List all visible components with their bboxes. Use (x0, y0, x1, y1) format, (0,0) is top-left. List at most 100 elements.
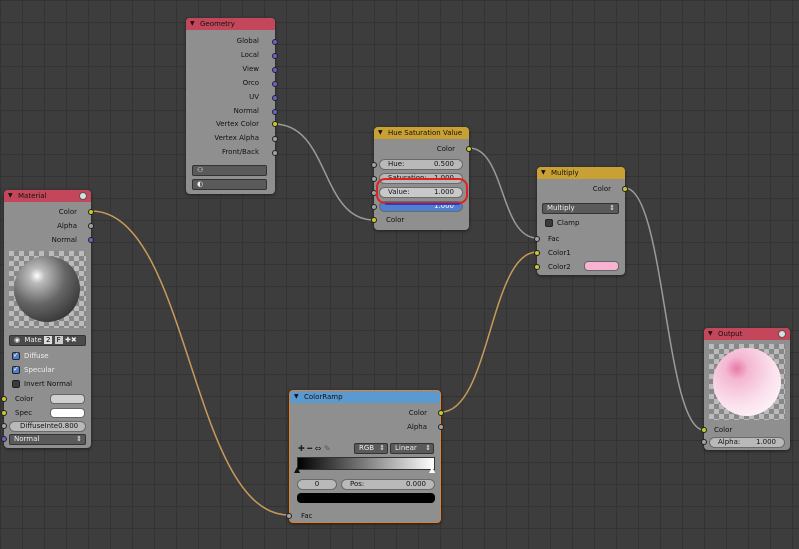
socket-local[interactable] (272, 53, 278, 59)
output-front-back: Front/Back (221, 148, 259, 156)
socket-fac[interactable] (371, 204, 377, 210)
socket-global[interactable] (272, 39, 278, 45)
output-uv: UV (249, 93, 259, 101)
diffuse-intensity-field[interactable]: DiffuseInte0.800 (9, 421, 86, 432)
output-color-label: Color (408, 409, 427, 417)
node-title: ColorRamp (304, 393, 343, 401)
color-swatch[interactable] (50, 394, 85, 404)
specular-checkbox[interactable] (12, 365, 20, 374)
clamp-label: Clamp (557, 219, 580, 227)
collapse-triangle-icon[interactable]: ▼ (8, 190, 13, 202)
output-alpha-label: Alpha (57, 222, 77, 230)
socket-output-color-in[interactable] (701, 427, 707, 433)
output-vertex-alpha: Vertex Alpha (214, 134, 259, 142)
colorramp-node[interactable]: ▼ ColorRamp Color Alpha ✚ ━ ⇔ ✎ RGB ⇕ Lin… (286, 390, 444, 523)
interpolation-select[interactable]: Linear ⇕ (390, 443, 434, 454)
socket-vertex-color[interactable] (272, 121, 278, 127)
remove-icon[interactable]: ✖ (71, 336, 77, 344)
specular-label: Specular (24, 366, 55, 374)
socket-material-normal-in[interactable] (1, 436, 7, 442)
material-node-header[interactable]: ▼ Material (4, 190, 91, 202)
remove-stop-icon[interactable]: ━ (307, 444, 312, 453)
geometry-node-header[interactable]: ▼ Geometry (186, 18, 275, 30)
socket-normal[interactable] (272, 109, 278, 115)
preview-toggle-icon[interactable] (79, 192, 87, 200)
color-mode-select[interactable]: RGB ⇕ (354, 443, 388, 454)
hsv-node-header[interactable]: ▼ Hue Saturation Value (374, 127, 469, 139)
geometry-node[interactable]: ▼ Geometry Global Local View Orco UV Nor… (186, 18, 278, 194)
material-selector[interactable]: ◉ Mate 2 F ✚✖ (9, 335, 86, 346)
preview-toggle-icon[interactable] (778, 330, 786, 338)
output-color-label: Color (58, 208, 77, 216)
material-preview (9, 251, 86, 328)
socket-orco[interactable] (272, 81, 278, 87)
socket-color2[interactable] (534, 264, 540, 270)
socket-color1[interactable] (534, 250, 540, 256)
updown-arrow-icon: ⇕ (76, 435, 82, 443)
diffuse-checkbox[interactable] (12, 351, 20, 360)
socket-view[interactable] (272, 67, 278, 73)
output-node[interactable]: ▼ Output Color Alpha: 1.000 (701, 328, 790, 450)
multiply-node-header[interactable]: ▼ Multiply (537, 167, 625, 179)
ramp-stop-left-icon[interactable]: ▲ (294, 465, 300, 474)
socket-ramp-color-out[interactable] (438, 410, 444, 416)
link-multiply-color-to-output-color (624, 187, 705, 431)
socket-material-color-in[interactable] (1, 396, 7, 402)
uv-map-icon: ⚇ (197, 166, 204, 174)
hue-field[interactable]: Hue: 0.500 (379, 159, 463, 170)
vertex-color-selector[interactable]: ◐ (192, 179, 267, 190)
socket-multiply-color-out[interactable] (622, 186, 628, 192)
ramp-stop-right-icon[interactable]: ▲ (429, 465, 435, 474)
stop-index-field[interactable]: 0 (297, 479, 337, 490)
add-stop-icon[interactable]: ✚ (298, 444, 305, 453)
color2-swatch[interactable] (584, 261, 619, 271)
socket-ramp-fac-in[interactable] (286, 513, 292, 519)
color-ramp-gradient[interactable] (297, 457, 435, 470)
normal-selector[interactable]: Normal ⇕ (9, 434, 86, 445)
socket-ramp-alpha-out[interactable] (438, 424, 444, 430)
collapse-triangle-icon[interactable]: ▼ (541, 167, 546, 179)
collapse-triangle-icon[interactable]: ▼ (294, 391, 299, 403)
users-count[interactable]: 2 (43, 336, 53, 344)
socket-vertex-alpha[interactable] (272, 136, 278, 142)
socket-hsv-color-in[interactable] (371, 217, 377, 223)
collapse-triangle-icon[interactable]: ▼ (708, 328, 713, 340)
socket-diffuse-intensity[interactable] (1, 423, 7, 429)
socket-uv[interactable] (272, 95, 278, 101)
output-local: Local (240, 51, 259, 59)
socket-material-normal-out[interactable] (88, 237, 94, 243)
colorramp-node-header[interactable]: ▼ ColorRamp (290, 391, 440, 403)
socket-hue[interactable] (371, 162, 377, 168)
stop-color-swatch[interactable] (297, 493, 435, 503)
invert-normal-label: Invert Normal (24, 380, 73, 388)
socket-material-alpha-out[interactable] (88, 223, 94, 229)
stop-position-field[interactable]: Pos: 0.000 (341, 479, 435, 490)
node-title: Material (18, 192, 47, 200)
alpha-field[interactable]: Alpha: 1.000 (709, 437, 785, 448)
multiply-node[interactable]: ▼ Multiply Color Multiply ⇕ Clamp Fac Col… (534, 167, 628, 275)
socket-front-back[interactable] (272, 150, 278, 156)
spec-swatch[interactable] (50, 408, 85, 418)
socket-saturation[interactable] (371, 176, 377, 182)
invert-normal-checkbox[interactable] (12, 380, 20, 388)
output-alpha-label: Alpha (407, 423, 427, 431)
socket-output-alpha-in[interactable] (701, 439, 707, 445)
input-color1-label: Color1 (548, 249, 571, 257)
socket-fac[interactable] (534, 236, 540, 242)
color-input-label: Color (15, 395, 34, 403)
material-node[interactable]: ▼ Material Color Alpha Normal ◉ Mate 2 F… (1, 190, 94, 448)
eyedropper-icon[interactable]: ✎ (324, 444, 331, 453)
uv-map-selector[interactable]: ⚇ (192, 165, 267, 176)
socket-material-spec-in[interactable] (1, 410, 7, 416)
flip-icon[interactable]: ⇔ (315, 444, 322, 453)
fake-user-button[interactable]: F (54, 336, 63, 344)
socket-material-color-out[interactable] (88, 209, 94, 215)
link-hsv-color-to-multiply-fac (468, 147, 538, 239)
collapse-triangle-icon[interactable]: ▼ (190, 18, 195, 30)
socket-hsv-color-out[interactable] (466, 146, 472, 152)
clamp-checkbox[interactable] (545, 219, 553, 227)
blend-mode-select[interactable]: Multiply ⇕ (542, 203, 619, 214)
output-node-header[interactable]: ▼ Output (704, 328, 790, 340)
output-normal: Normal (233, 107, 259, 115)
collapse-triangle-icon[interactable]: ▼ (378, 127, 383, 139)
